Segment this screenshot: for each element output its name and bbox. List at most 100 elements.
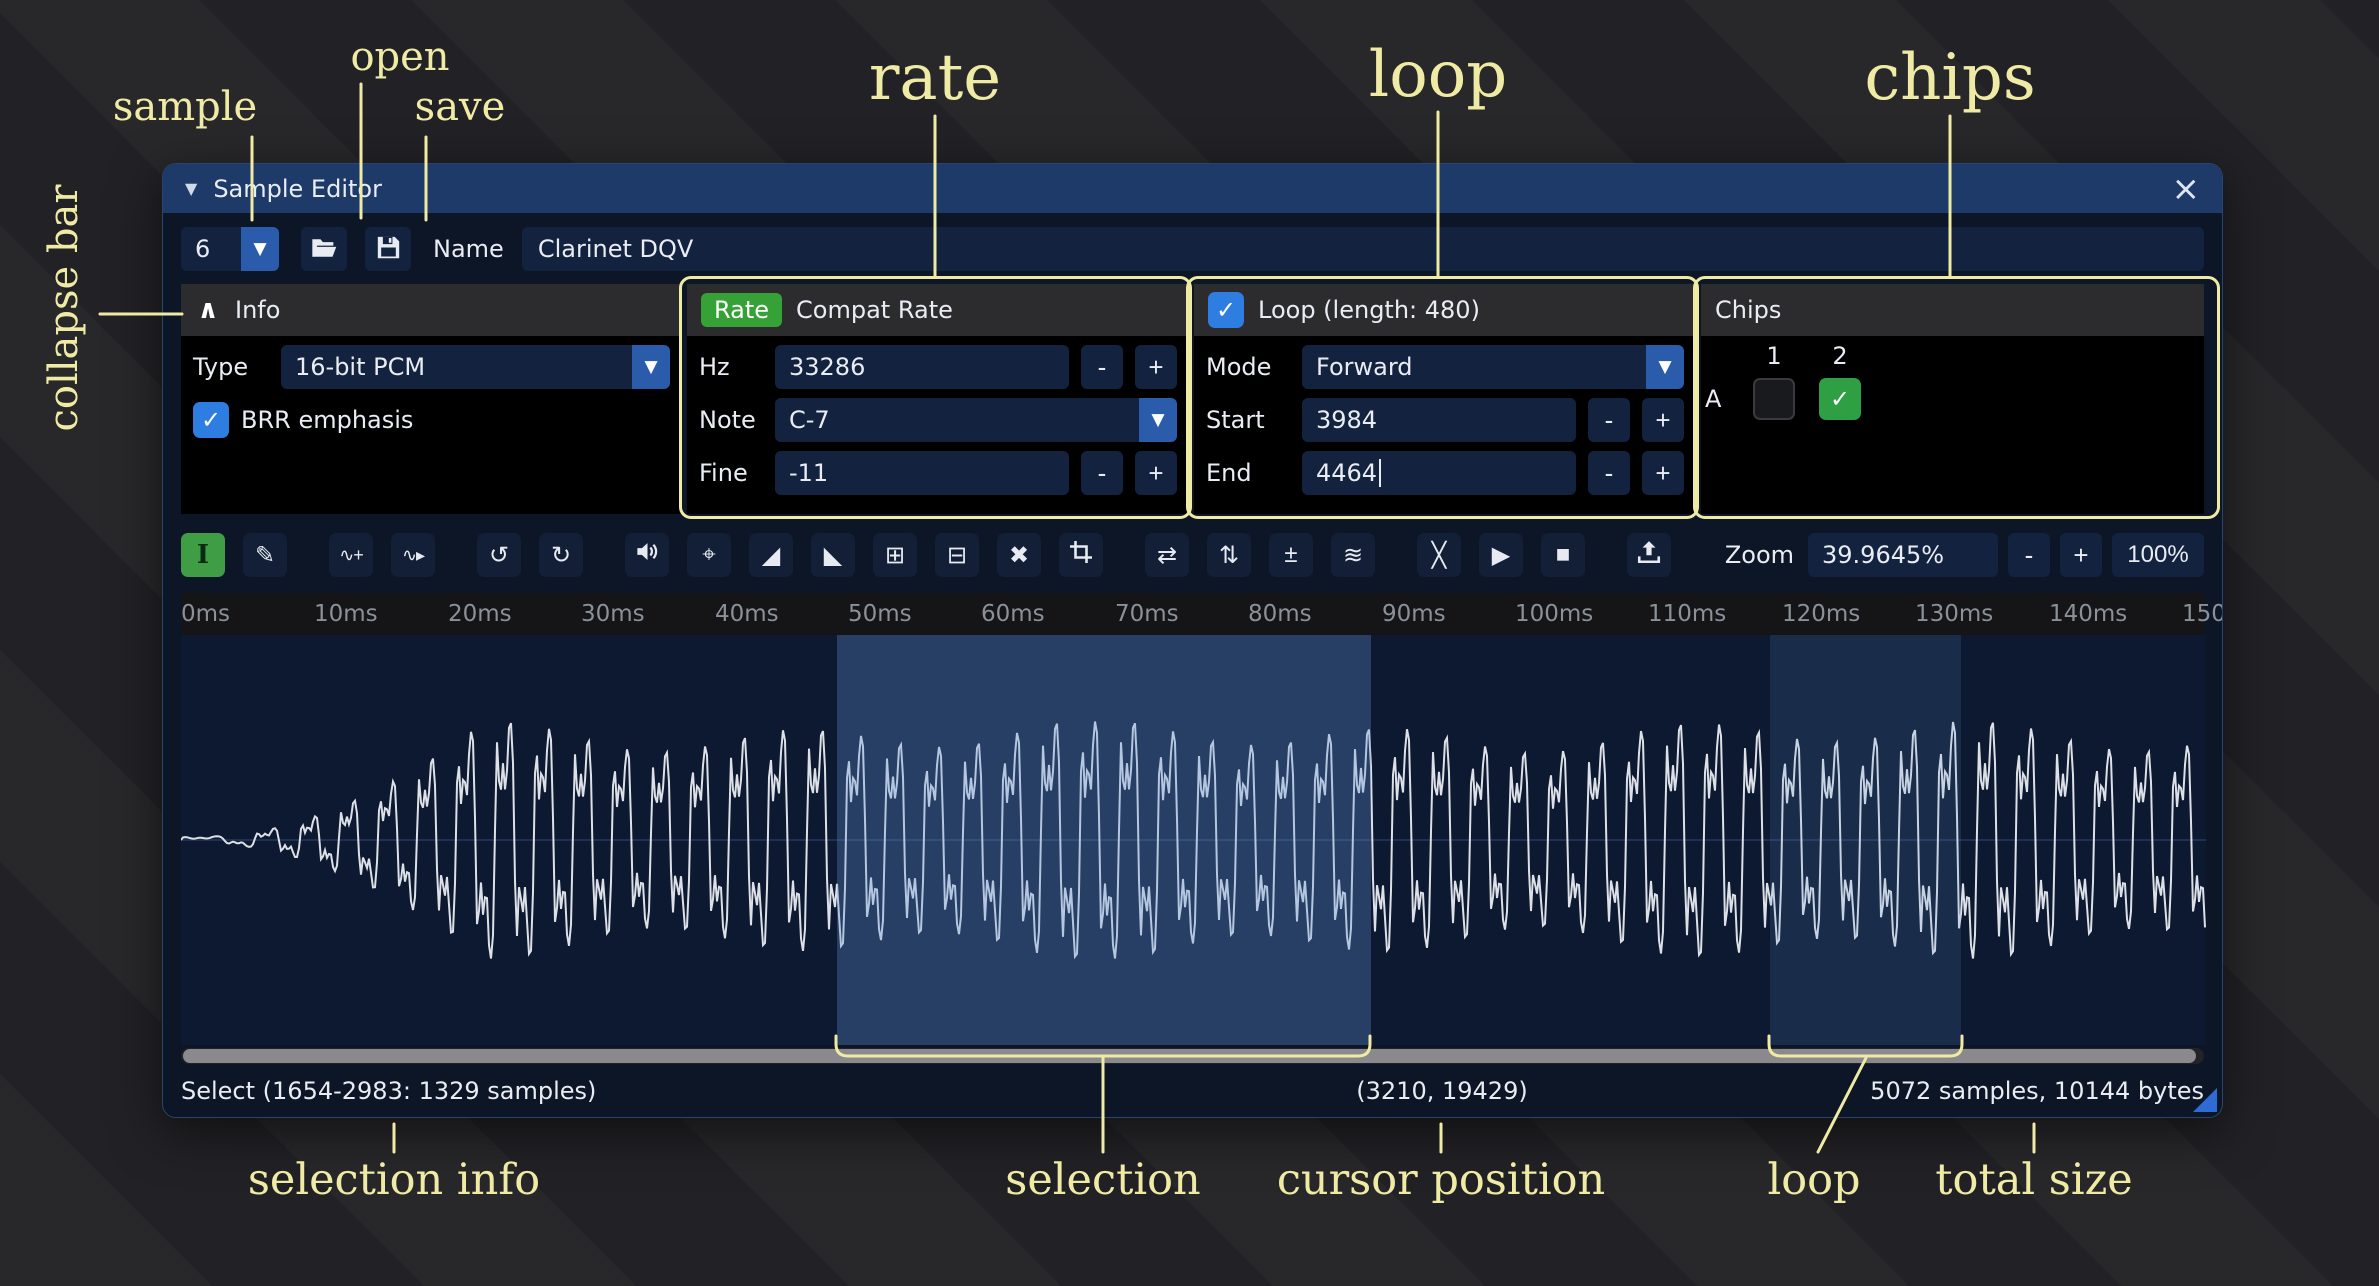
annotation-selection-info: selection info [248,1155,540,1205]
sample-selector[interactable]: 6 ▼ [181,227,279,271]
loop-start-plus-button[interactable]: + [1642,398,1684,442]
loop-start-input[interactable]: 3984 [1302,398,1576,442]
selection-info-text: Select (1654-2983: 1329 samples) [181,1077,596,1105]
timeline-label: 110ms [1648,601,1726,627]
sample-number-value[interactable]: 6 [181,227,241,271]
annotation-total-size: total size [1935,1155,2132,1205]
name-input[interactable]: Clarinet DQV [522,227,2204,271]
fade-out-button[interactable]: ◣ [811,533,855,577]
invert-button[interactable]: ⇅ [1207,533,1251,577]
timeline-label: 70ms [1115,601,1179,627]
loop-region[interactable] [1770,635,1961,1045]
selection-region[interactable] [837,635,1371,1045]
folder-open-icon [310,234,338,265]
loop-end-value: 4464 [1316,459,1377,487]
save-button[interactable] [365,227,411,271]
note-dropdown[interactable]: C-7 ▼ [775,398,1177,442]
amplify-button[interactable] [625,533,669,577]
sample-editor-window: ▼ Sample Editor × 6 ▼ Name [162,163,2223,1118]
resample-button[interactable]: ∿▸ [391,533,435,577]
zoom-label: Zoom [1725,541,1794,569]
brr-emphasis-label: BRR emphasis [241,406,413,434]
collapse-bar-icon[interactable]: ∧ [195,295,221,325]
chips-panel: Chips 1 2 A ✓ [1701,284,2204,514]
chevron-down-icon[interactable]: ▼ [632,345,670,389]
delete-button[interactable]: ✖ [997,533,1041,577]
rate-badge[interactable]: Rate [701,293,782,327]
hz-input[interactable]: 33286 [775,345,1069,389]
reverse-button[interactable]: ⇄ [1145,533,1189,577]
titlebar[interactable]: ▼ Sample Editor × [163,164,2222,213]
upload-icon [1636,539,1662,572]
chevron-down-icon[interactable]: ▼ [241,227,279,271]
preview-stop-button[interactable]: ■ [1541,533,1585,577]
speaker-icon [634,538,661,572]
chips-col-2-label: 2 [1819,342,1861,370]
open-button[interactable] [301,227,347,271]
crossfade-button[interactable]: ╳ [1417,533,1461,577]
resize-button[interactable]: ∿+ [329,533,373,577]
import-button[interactable] [1627,533,1671,577]
zoom-in-button[interactable]: + [2060,533,2102,577]
hz-minus-button[interactable]: - [1081,345,1123,389]
chip-a2-checkbox[interactable]: ✓ [1819,378,1861,420]
hz-label: Hz [699,353,763,381]
zoom-input[interactable]: 39.9645% [1808,533,1998,577]
mode-dropdown[interactable]: Forward ▼ [1302,345,1684,389]
info-panel-title: Info [235,296,280,324]
brr-emphasis-checkbox[interactable]: ✓ [193,402,229,438]
draw-tool-button[interactable]: ✎ [243,533,287,577]
window-title: Sample Editor [213,175,382,203]
mode-value[interactable]: Forward [1302,345,1646,389]
trim-button[interactable] [1059,533,1103,577]
hz-plus-button[interactable]: + [1135,345,1177,389]
chevron-down-icon[interactable]: ▼ [1646,345,1684,389]
annotation-cursor-position: cursor position [1277,1155,1605,1205]
chip-a1-checkbox[interactable] [1753,378,1795,420]
loop-start-label: Start [1206,406,1290,434]
text-caret [1379,459,1381,487]
timeline-label: 0ms [181,601,230,627]
sample-toolbar: I ✎ ∿+ ∿▸ ↺ ↻ ⌖ ◢ ◣ ⊞ ⊟ ✖ ⇄ ⇅ [181,530,2204,580]
loop-checkbox[interactable]: ✓ [1208,292,1244,328]
undo-button[interactable]: ↺ [477,533,521,577]
horizontal-scrollbar[interactable] [181,1048,2204,1064]
loop-end-input[interactable]: 4464 [1302,451,1576,495]
crop-icon [1069,540,1093,571]
insert-silence-button[interactable]: ⊞ [873,533,917,577]
zoom-reset-button[interactable]: 100% [2112,533,2204,577]
chevron-down-icon[interactable]: ▼ [1139,398,1177,442]
select-tool-button[interactable]: I [181,533,225,577]
timeline-label: 20ms [448,601,512,627]
scrollbar-thumb[interactable] [183,1049,2196,1063]
annotation-chips: chips [1864,41,2035,115]
type-dropdown[interactable]: 16-bit PCM ▼ [281,345,670,389]
preview-play-button[interactable]: ▶ [1479,533,1523,577]
annotation-collapse-bar: collapse bar [41,184,87,431]
fade-in-button[interactable]: ◢ [749,533,793,577]
invert-icon: ⇅ [1219,541,1239,570]
redo-button[interactable]: ↻ [539,533,583,577]
signed-unsigned-button[interactable]: ± [1269,533,1313,577]
loop-start-minus-button[interactable]: - [1588,398,1630,442]
timeline-ruler: 0ms 10ms 20ms 30ms 40ms 50ms 60ms 70ms 8… [181,593,2204,635]
close-icon[interactable]: × [2172,172,2201,206]
zoom-out-button[interactable]: - [2008,533,2050,577]
undo-icon: ↺ [489,541,509,570]
apply-silence-button[interactable]: ⊟ [935,533,979,577]
note-value[interactable]: C-7 [775,398,1139,442]
resize-grip[interactable] [2193,1088,2217,1112]
timeline-label: 130ms [1915,601,1993,627]
waveform-view[interactable] [181,635,2206,1045]
window-collapse-icon[interactable]: ▼ [185,179,197,198]
fine-input[interactable]: -11 [775,451,1069,495]
loop-end-plus-button[interactable]: + [1642,451,1684,495]
normalize-button[interactable]: ⌖ [687,533,731,577]
fine-plus-button[interactable]: + [1135,451,1177,495]
filter-button[interactable]: ≋ [1331,533,1375,577]
rate-panel-title: Compat Rate [796,296,953,324]
fine-minus-button[interactable]: - [1081,451,1123,495]
type-value[interactable]: 16-bit PCM [281,345,632,389]
loop-end-minus-button[interactable]: - [1588,451,1630,495]
fine-label: Fine [699,459,763,487]
